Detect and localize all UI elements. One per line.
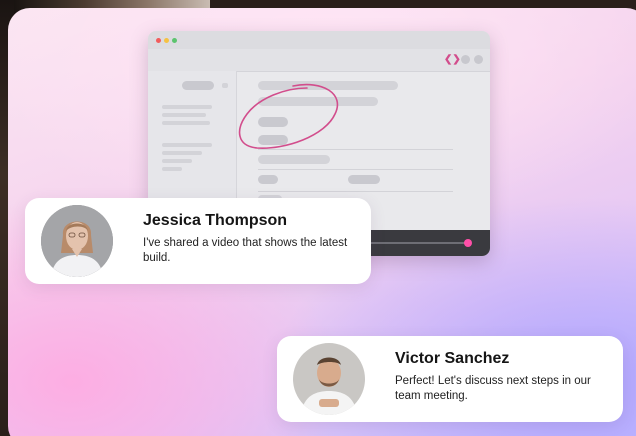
brand-logo-icon: ❮❯ (444, 54, 461, 65)
skeleton-chip (348, 175, 380, 184)
skeleton-line (162, 105, 212, 109)
message-card-victor: Victor Sanchez Perfect! Let's discuss ne… (277, 336, 623, 422)
skeleton-line (162, 167, 182, 171)
skeleton-block (182, 81, 214, 90)
sender-name: Victor Sanchez (395, 350, 510, 367)
address-bar: ❮❯ (148, 49, 490, 72)
divider (258, 169, 453, 170)
chevron-down-icon (222, 83, 228, 88)
man-avatar-icon (293, 343, 365, 415)
skeleton-chip (258, 175, 278, 184)
message-card-jessica: Jessica Thompson I've shared a video tha… (25, 198, 371, 284)
skeleton-bar (258, 155, 330, 164)
message-text: I've shared a video that shows the lates… (143, 237, 348, 264)
skeleton-line (162, 151, 202, 155)
stage: ❮❯ Jessica Thompson I've shared a video … (0, 0, 636, 436)
close-dot-icon (156, 38, 161, 43)
toolbar-circle-icon (474, 55, 483, 64)
progress-handle[interactable] (464, 239, 472, 247)
minimize-dot-icon (164, 38, 169, 43)
skeleton-line (162, 113, 206, 117)
window-titlebar (148, 31, 490, 49)
message-text: Perfect! Let's discuss next steps in our… (395, 375, 591, 402)
highlight-scribble-icon (238, 83, 338, 149)
skeleton-line (162, 143, 212, 147)
toolbar-circle-icon (461, 55, 470, 64)
woman-avatar-icon (41, 205, 113, 277)
divider (258, 191, 453, 192)
sender-name: Jessica Thompson (143, 212, 288, 229)
skeleton-line (162, 159, 192, 163)
skeleton-line (162, 121, 210, 125)
maximize-dot-icon (172, 38, 177, 43)
